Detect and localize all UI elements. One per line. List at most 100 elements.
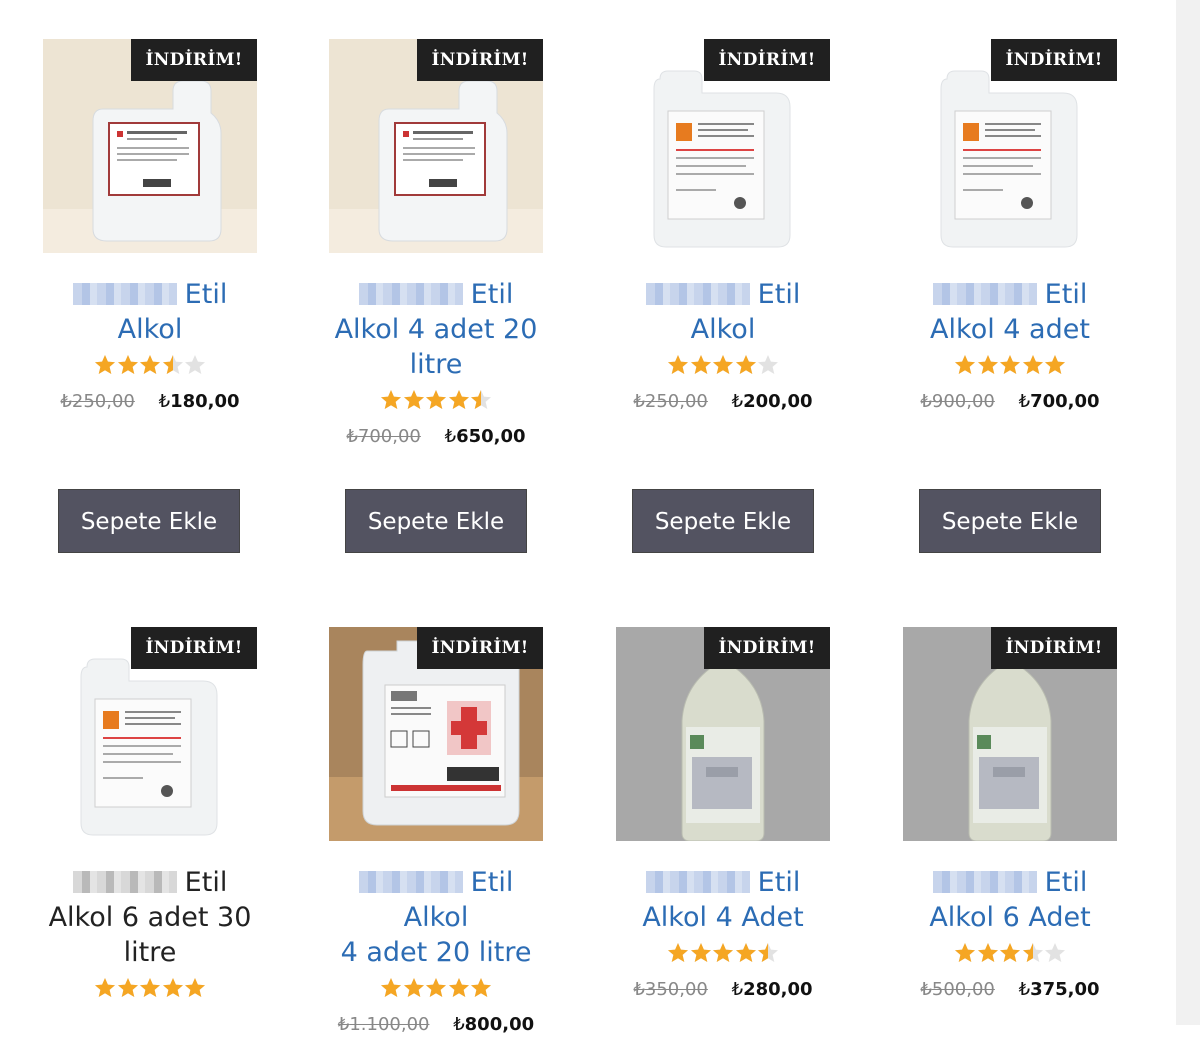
star-icon — [955, 355, 975, 374]
star-icon — [448, 978, 469, 997]
star-icon — [735, 943, 756, 962]
add-to-cart-button[interactable]: Sepete Ekle — [345, 489, 527, 553]
star-icon — [140, 355, 160, 374]
star-icon — [381, 978, 401, 997]
blurred-brand-name — [932, 283, 1037, 305]
price-row: ₺350,00 ₺280,00 — [615, 978, 831, 1002]
current-price: ₺700,00 — [1018, 391, 1100, 412]
price-row: ₺1.100,00 ₺800,00 — [328, 1013, 544, 1037]
price-row: ₺500,00 ₺375,00 — [902, 978, 1118, 1002]
old-price: ₺700,00 — [346, 426, 421, 447]
product-image[interactable]: İNDİRİM! — [329, 39, 543, 253]
star-icon — [1045, 355, 1065, 374]
star-icon — [1000, 943, 1020, 962]
product-title[interactable]: Etil Alkol 4 adet 20 litre — [328, 277, 544, 382]
product-image[interactable]: İNDİRİM! — [43, 39, 257, 253]
star-icon — [668, 943, 688, 962]
product-title[interactable]: Etil Alkol 6 Adet — [902, 865, 1118, 935]
star-icon — [758, 943, 778, 962]
star-icon — [471, 390, 491, 409]
add-to-cart-button[interactable]: Sepete Ekle — [919, 489, 1101, 553]
star-rating — [667, 352, 779, 380]
star-rating — [667, 940, 779, 968]
star-rating — [380, 387, 492, 415]
product-title[interactable]: Etil Alkol 4 adet 20 litre — [328, 865, 544, 970]
star-icon — [426, 978, 446, 997]
star-icon — [1022, 355, 1043, 374]
star-icon — [426, 390, 446, 409]
old-price: ₺250,00 — [60, 391, 135, 412]
price-row: ₺700,00 ₺650,00 — [328, 425, 544, 449]
star-icon — [162, 978, 183, 997]
product-card: İNDİRİM! Etil Alkol 4 adet 20 litre ₺1.1… — [328, 627, 544, 1037]
product-title[interactable]: Etil Alkol — [42, 277, 258, 347]
current-price: ₺280,00 — [731, 979, 813, 1000]
sale-badge: İNDİRİM! — [417, 627, 543, 669]
sale-badge: İNDİRİM! — [704, 39, 830, 81]
star-icon — [1022, 943, 1043, 962]
star-icon — [403, 978, 424, 997]
old-price: ₺500,00 — [920, 979, 995, 1000]
star-rating — [94, 352, 206, 380]
product-image[interactable]: İNDİRİM! — [616, 627, 830, 841]
old-price: ₺900,00 — [920, 391, 995, 412]
star-icon — [117, 355, 138, 374]
star-icon — [185, 978, 205, 997]
star-icon — [690, 355, 711, 374]
star-rating — [380, 975, 492, 1003]
old-price: ₺250,00 — [633, 391, 708, 412]
blurred-brand-name — [72, 871, 177, 893]
star-icon — [403, 390, 424, 409]
star-icon — [117, 978, 138, 997]
star-icon — [1000, 355, 1020, 374]
star-icon — [713, 943, 733, 962]
scrollbar-track[interactable] — [1176, 0, 1200, 1025]
sale-badge: İNDİRİM! — [704, 627, 830, 669]
star-icon — [471, 978, 491, 997]
product-card: İNDİRİM! Etil Alkol 4 adet ₺900,00 ₺700,… — [902, 39, 1118, 414]
product-image[interactable]: İNDİRİM! — [616, 39, 830, 253]
star-icon — [162, 355, 183, 374]
product-title[interactable]: Etil Alkol — [615, 277, 831, 347]
star-rating — [954, 940, 1066, 968]
star-icon — [95, 355, 115, 374]
product-title[interactable]: Etil Alkol 4 Adet — [615, 865, 831, 935]
product-image[interactable]: İNDİRİM! — [43, 627, 257, 841]
star-icon — [690, 943, 711, 962]
product-image[interactable]: İNDİRİM! — [903, 39, 1117, 253]
star-icon — [758, 355, 778, 374]
star-icon — [977, 355, 998, 374]
sale-badge: İNDİRİM! — [131, 39, 257, 81]
star-icon — [735, 355, 756, 374]
star-icon — [185, 355, 205, 374]
sale-badge: İNDİRİM! — [991, 39, 1117, 81]
star-icon — [140, 978, 160, 997]
product-title[interactable]: Etil Alkol 4 adet — [902, 277, 1118, 347]
sale-badge: İNDİRİM! — [417, 39, 543, 81]
product-image[interactable]: İNDİRİM! — [329, 627, 543, 841]
add-to-cart-button[interactable]: Sepete Ekle — [632, 489, 814, 553]
blurred-brand-name — [645, 871, 750, 893]
product-card: İNDİRİM! Etil Alkol ₺250,00 ₺180,00 — [42, 39, 258, 414]
current-price: ₺180,00 — [158, 391, 240, 412]
star-icon — [1045, 943, 1065, 962]
product-card: İNDİRİM! Etil Alkol ₺250,00 ₺200,00 — [615, 39, 831, 414]
current-price: ₺650,00 — [444, 426, 526, 447]
blurred-brand-name — [358, 871, 463, 893]
product-title[interactable]: Etil Alkol 6 adet 30 litre — [42, 865, 258, 970]
old-price: ₺350,00 — [633, 979, 708, 1000]
blurred-brand-name — [932, 871, 1037, 893]
product-card: İNDİRİM! Etil Alkol 4 Adet ₺350,00 ₺280,… — [615, 627, 831, 1002]
sale-badge: İNDİRİM! — [131, 627, 257, 669]
product-card: İNDİRİM! Etil Alkol 6 Adet ₺500,00 ₺375,… — [902, 627, 1118, 1002]
product-card: İNDİRİM! Etil Alkol 6 adet 30 litre — [42, 627, 258, 1003]
sale-badge: İNDİRİM! — [991, 627, 1117, 669]
star-rating — [94, 975, 206, 1003]
product-card: İNDİRİM! Etil Alkol 4 adet 20 litre ₺700… — [328, 39, 544, 449]
star-icon — [977, 943, 998, 962]
product-image[interactable]: İNDİRİM! — [903, 627, 1117, 841]
blurred-brand-name — [645, 283, 750, 305]
star-rating — [954, 352, 1066, 380]
star-icon — [668, 355, 688, 374]
add-to-cart-button[interactable]: Sepete Ekle — [58, 489, 240, 553]
